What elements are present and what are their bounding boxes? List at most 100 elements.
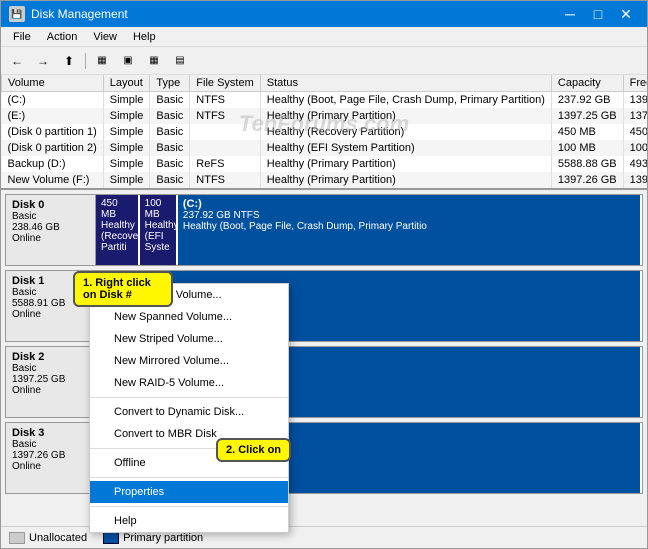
table-cell bbox=[190, 124, 260, 140]
col-layout: Layout bbox=[103, 75, 150, 92]
menu-bar: File Action View Help bbox=[1, 27, 647, 47]
table-cell: 100 MB bbox=[551, 140, 623, 156]
table-cell: Basic bbox=[150, 172, 190, 188]
table-row[interactable]: (Disk 0 partition 2)SimpleBasicHealthy (… bbox=[2, 140, 648, 156]
table-cell: Simple bbox=[103, 124, 150, 140]
table-row[interactable]: (Disk 0 partition 1)SimpleBasicHealthy (… bbox=[2, 124, 648, 140]
col-volume: Volume bbox=[2, 75, 104, 92]
ctx-item-new-mirrored-volume---[interactable]: New Mirrored Volume... bbox=[90, 350, 288, 372]
table-cell: Backup (D:) bbox=[2, 156, 104, 172]
table-row[interactable]: (E:)SimpleBasicNTFSHealthy (Primary Part… bbox=[2, 108, 648, 124]
callout-step1: 1. Right click on Disk # bbox=[73, 271, 173, 307]
disk-type: Basic bbox=[12, 363, 89, 374]
toolbar-btn4[interactable]: ▤ bbox=[168, 50, 192, 72]
table-cell: NTFS bbox=[190, 172, 260, 188]
disk-size: 1397.26 GB bbox=[12, 450, 89, 461]
volume-table: Volume Layout Type File System Status Ca… bbox=[1, 75, 647, 188]
primary-swatch bbox=[103, 532, 119, 544]
table-row[interactable]: (C:)SimpleBasicNTFSHealthy (Boot, Page F… bbox=[2, 92, 648, 109]
table-cell: Simple bbox=[103, 140, 150, 156]
app-icon: 💾 bbox=[9, 6, 25, 22]
menu-file[interactable]: File bbox=[5, 29, 39, 45]
table-cell: 139.94 GB bbox=[623, 92, 647, 109]
context-menu-separator bbox=[90, 477, 288, 478]
callout-step2: 2. Click on bbox=[216, 438, 291, 462]
disk-partitions-0: 450 MB Healthy (Recovery Partiti100 MB H… bbox=[96, 195, 642, 265]
maximize-button[interactable]: □ bbox=[585, 3, 611, 25]
part-status: Healthy (Boot, Page File, Crash Dump, Pr… bbox=[183, 221, 635, 232]
table-cell: 1376.14 GB bbox=[623, 108, 647, 124]
table-cell: Basic bbox=[150, 108, 190, 124]
part-size: 237.92 GB NTFS bbox=[183, 210, 635, 221]
col-status: Status bbox=[260, 75, 551, 92]
table-cell: Basic bbox=[150, 92, 190, 109]
back-button[interactable]: ← bbox=[5, 50, 29, 72]
partition-0-0[interactable]: 450 MB Healthy (Recovery Partiti bbox=[96, 195, 140, 265]
disk-name: Disk 3 bbox=[12, 427, 89, 439]
disk-status: Online bbox=[12, 309, 89, 320]
table-cell: Simple bbox=[103, 108, 150, 124]
disk-label-0: Disk 0 Basic 238.46 GB Online bbox=[6, 195, 96, 265]
ctx-item-new-spanned-volume---[interactable]: New Spanned Volume... bbox=[90, 306, 288, 328]
close-button[interactable]: ✕ bbox=[613, 3, 639, 25]
forward-button[interactable]: → bbox=[31, 50, 55, 72]
ctx-item-properties[interactable]: Properties bbox=[90, 481, 288, 503]
table-cell: Basic bbox=[150, 124, 190, 140]
table-cell: Healthy (Primary Partition) bbox=[260, 172, 551, 188]
table-cell: 1397.04 GB bbox=[623, 172, 647, 188]
table-row[interactable]: Backup (D:)SimpleBasicReFSHealthy (Prima… bbox=[2, 156, 648, 172]
table-cell: 4937.62 GB bbox=[623, 156, 647, 172]
part-status: Healthy (EFI Syste bbox=[145, 220, 171, 253]
partition-0-2[interactable]: (C:) 237.92 GB NTFS Healthy (Boot, Page … bbox=[178, 195, 642, 265]
volume-table-container: Volume Layout Type File System Status Ca… bbox=[1, 75, 647, 190]
table-cell: 450 MB bbox=[551, 124, 623, 140]
context-menu: New Simple Volume...New Spanned Volume..… bbox=[89, 283, 289, 533]
toolbar: ← → ⬆ ▦ ▣ ▦ ▤ bbox=[1, 47, 647, 75]
table-cell: 1397.25 GB bbox=[551, 108, 623, 124]
disk-management-window: 💾 Disk Management ─ □ ✕ File Action View… bbox=[0, 0, 648, 549]
window-title: Disk Management bbox=[31, 7, 128, 21]
ctx-item-new-striped-volume---[interactable]: New Striped Volume... bbox=[90, 328, 288, 350]
disk-label-2: Disk 2 Basic 1397.25 GB Online bbox=[6, 347, 96, 417]
toolbar-btn2[interactable]: ▣ bbox=[116, 50, 140, 72]
table-cell: 237.92 GB bbox=[551, 92, 623, 109]
table-cell: (C:) bbox=[2, 92, 104, 109]
context-menu-separator bbox=[90, 506, 288, 507]
disk-row-0[interactable]: Disk 0 Basic 238.46 GB Online450 MB Heal… bbox=[5, 194, 643, 266]
table-cell: Simple bbox=[103, 172, 150, 188]
table-cell: Healthy (Recovery Partition) bbox=[260, 124, 551, 140]
table-header-row: Volume Layout Type File System Status Ca… bbox=[2, 75, 648, 92]
minimize-button[interactable]: ─ bbox=[557, 3, 583, 25]
table-cell: 450 MB bbox=[623, 124, 647, 140]
partition-0-1[interactable]: 100 MB Healthy (EFI Syste bbox=[140, 195, 178, 265]
toolbar-btn1[interactable]: ▦ bbox=[90, 50, 114, 72]
col-filesystem: File System bbox=[190, 75, 260, 92]
toolbar-btn3[interactable]: ▦ bbox=[142, 50, 166, 72]
table-cell: New Volume (F:) bbox=[2, 172, 104, 188]
col-type: Type bbox=[150, 75, 190, 92]
title-bar: 💾 Disk Management ─ □ ✕ bbox=[1, 1, 647, 27]
ctx-item-help[interactable]: Help bbox=[90, 510, 288, 532]
table-cell: NTFS bbox=[190, 108, 260, 124]
menu-action[interactable]: Action bbox=[39, 29, 86, 45]
table-cell: Basic bbox=[150, 140, 190, 156]
table-cell: Healthy (Primary Partition) bbox=[260, 108, 551, 124]
title-bar-controls: ─ □ ✕ bbox=[557, 3, 639, 25]
disk-type: Basic bbox=[12, 211, 89, 222]
menu-help[interactable]: Help bbox=[125, 29, 164, 45]
table-cell: Healthy (Primary Partition) bbox=[260, 156, 551, 172]
unallocated-swatch bbox=[9, 532, 25, 544]
table-cell: (E:) bbox=[2, 108, 104, 124]
disk-status: Online bbox=[12, 233, 89, 244]
ctx-item-convert-to-dynamic-disk---[interactable]: Convert to Dynamic Disk... bbox=[90, 401, 288, 423]
part-name: (C:) bbox=[183, 198, 635, 210]
up-button[interactable]: ⬆ bbox=[57, 50, 81, 72]
table-cell: 5588.88 GB bbox=[551, 156, 623, 172]
disk-status: Online bbox=[12, 461, 89, 472]
table-row[interactable]: New Volume (F:)SimpleBasicNTFSHealthy (P… bbox=[2, 172, 648, 188]
ctx-item-new-raid-5-volume---[interactable]: New RAID-5 Volume... bbox=[90, 372, 288, 394]
menu-view[interactable]: View bbox=[85, 29, 125, 45]
table-cell: Simple bbox=[103, 156, 150, 172]
table-cell: 100 MB bbox=[623, 140, 647, 156]
table-cell bbox=[190, 140, 260, 156]
